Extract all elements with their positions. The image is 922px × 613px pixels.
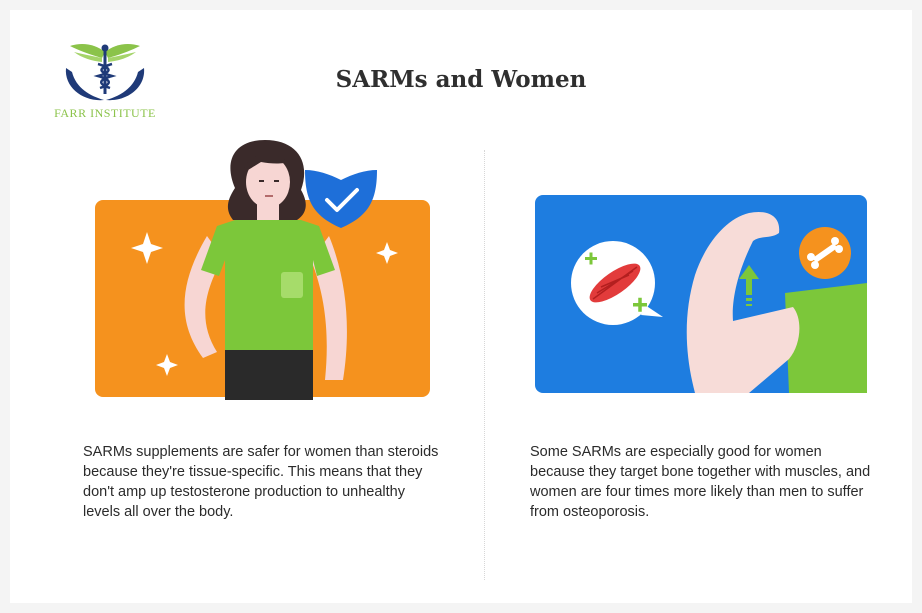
column-divider [484,150,485,580]
infographic-card: FARR INSTITUTE SARMs and Women SARMs sup… [10,10,912,603]
brand-logo-text: FARR INSTITUTE [54,106,156,120]
page-title: SARMs and Women [335,66,587,93]
pants [225,350,313,400]
panel-right-text: Some SARMs are especially good for women… [530,444,871,520]
woman-shield-illustration [85,140,435,405]
bone-icon [799,227,851,279]
panel-left-text: SARMs supplements are safer for women th… [83,444,439,520]
arm-muscle-bone-illustration [535,195,885,405]
